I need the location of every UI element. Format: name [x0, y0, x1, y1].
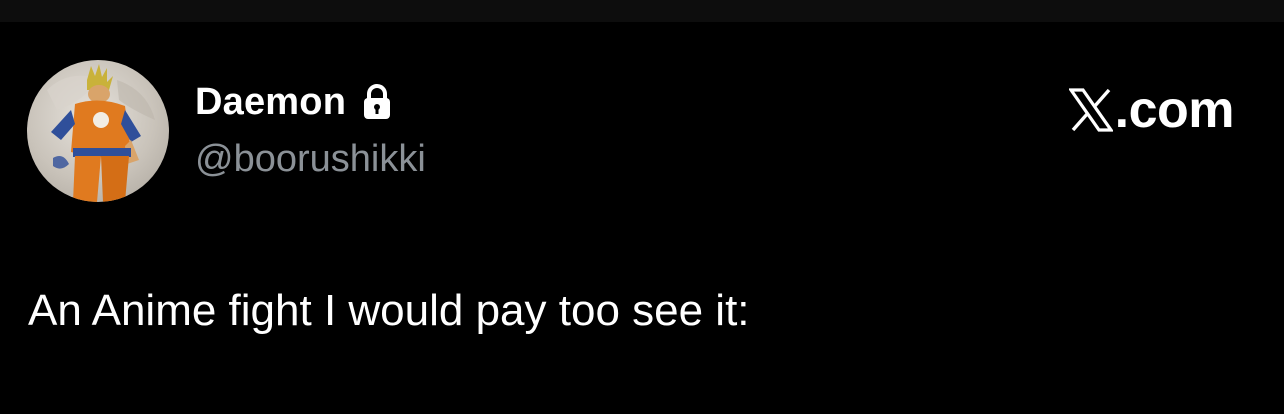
- brand: .com: [1067, 81, 1235, 139]
- handle[interactable]: @boorushikki: [195, 138, 426, 181]
- avatar-image: [47, 64, 155, 202]
- x-logo-icon: [1067, 88, 1114, 132]
- avatar[interactable]: [27, 60, 169, 202]
- top-strip: [0, 0, 1284, 22]
- display-name[interactable]: Daemon: [195, 81, 346, 124]
- brand-label: .com: [1114, 81, 1235, 139]
- author-name-row: Daemon: [195, 80, 394, 124]
- tweet-text: An Anime fight I would pay too see it:: [28, 286, 750, 335]
- lock-icon: [360, 83, 394, 121]
